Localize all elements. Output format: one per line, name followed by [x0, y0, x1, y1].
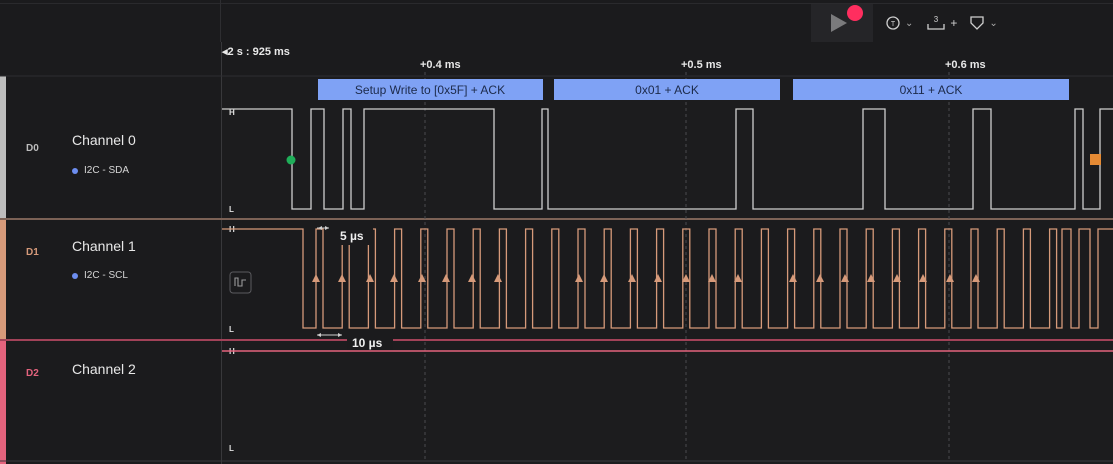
decoded-frame-label: 0x11 + ACK	[900, 83, 963, 97]
decoded-frame-label: 0x01 + ACK	[635, 83, 699, 97]
start-condition-marker[interactable]	[286, 155, 296, 165]
svg-text:L: L	[229, 205, 234, 214]
svg-text:L: L	[229, 325, 234, 334]
period-label: 10 µs	[352, 336, 383, 350]
stop-condition-marker[interactable]	[1090, 154, 1101, 165]
waveform-canvas[interactable]: HL HL HL Setup Write to [0x5F] + ACK 0x0…	[0, 0, 1113, 464]
decoded-frames[interactable]: Setup Write to [0x5F] + ACK 0x01 + ACK 0…	[318, 79, 1069, 100]
pulse-width-label: 5 µs	[340, 229, 364, 243]
svg-text:L: L	[229, 444, 234, 453]
decoded-frame-label: Setup Write to [0x5F] + ACK	[355, 83, 505, 97]
